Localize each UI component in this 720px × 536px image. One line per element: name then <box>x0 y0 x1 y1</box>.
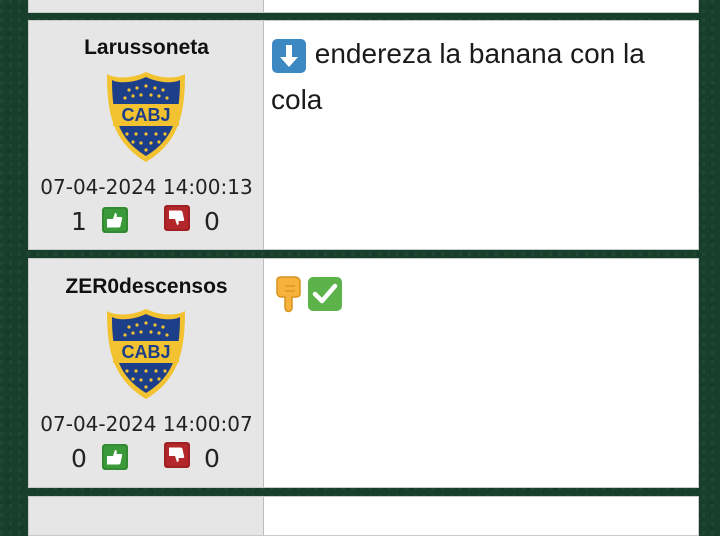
post-timestamp: 07-04-2024 14:00:07 <box>40 412 253 436</box>
down-arrow-emoji <box>271 38 307 74</box>
author-column: ZER0descensos CABJ 07-04-2024 14:00:07 0 <box>29 259 264 487</box>
thumbs-up-icon[interactable] <box>102 207 128 233</box>
post-partial-top <box>28 0 699 13</box>
post-message <box>271 269 689 315</box>
author-column <box>29 0 264 12</box>
thumbs-up-icon[interactable] <box>102 444 128 470</box>
dislike-count: 0 <box>204 444 220 473</box>
username[interactable]: ZER0descensos <box>29 275 264 299</box>
post: Larussoneta CABJ 07-04-2024 14:00:13 1 0… <box>28 20 699 250</box>
club-crest-icon: CABJ <box>107 72 185 162</box>
check-mark-emoji <box>307 276 343 312</box>
like-count: 0 <box>71 444 87 473</box>
thumbs-down-icon[interactable] <box>164 442 190 468</box>
post-message: endereza la banana con la cola <box>271 31 689 123</box>
post-timestamp: 07-04-2024 14:00:13 <box>40 175 253 199</box>
crest-text: CABJ <box>121 105 170 125</box>
post: ZER0descensos CABJ 07-04-2024 14:00:07 0 <box>28 258 699 488</box>
dislike-count: 0 <box>204 207 220 236</box>
thumbs-down-icon[interactable] <box>164 205 190 231</box>
author-column: Larussoneta CABJ 07-04-2024 14:00:13 1 0 <box>29 21 264 249</box>
author-column <box>29 497 264 535</box>
like-count: 1 <box>71 207 87 236</box>
pointing-down-emoji <box>271 274 307 314</box>
post-partial-bottom <box>28 496 699 536</box>
crest-text: CABJ <box>121 342 170 362</box>
message-text: endereza la banana con la cola <box>271 38 645 115</box>
username[interactable]: Larussoneta <box>29 36 264 60</box>
club-crest-icon: CABJ <box>107 309 185 399</box>
